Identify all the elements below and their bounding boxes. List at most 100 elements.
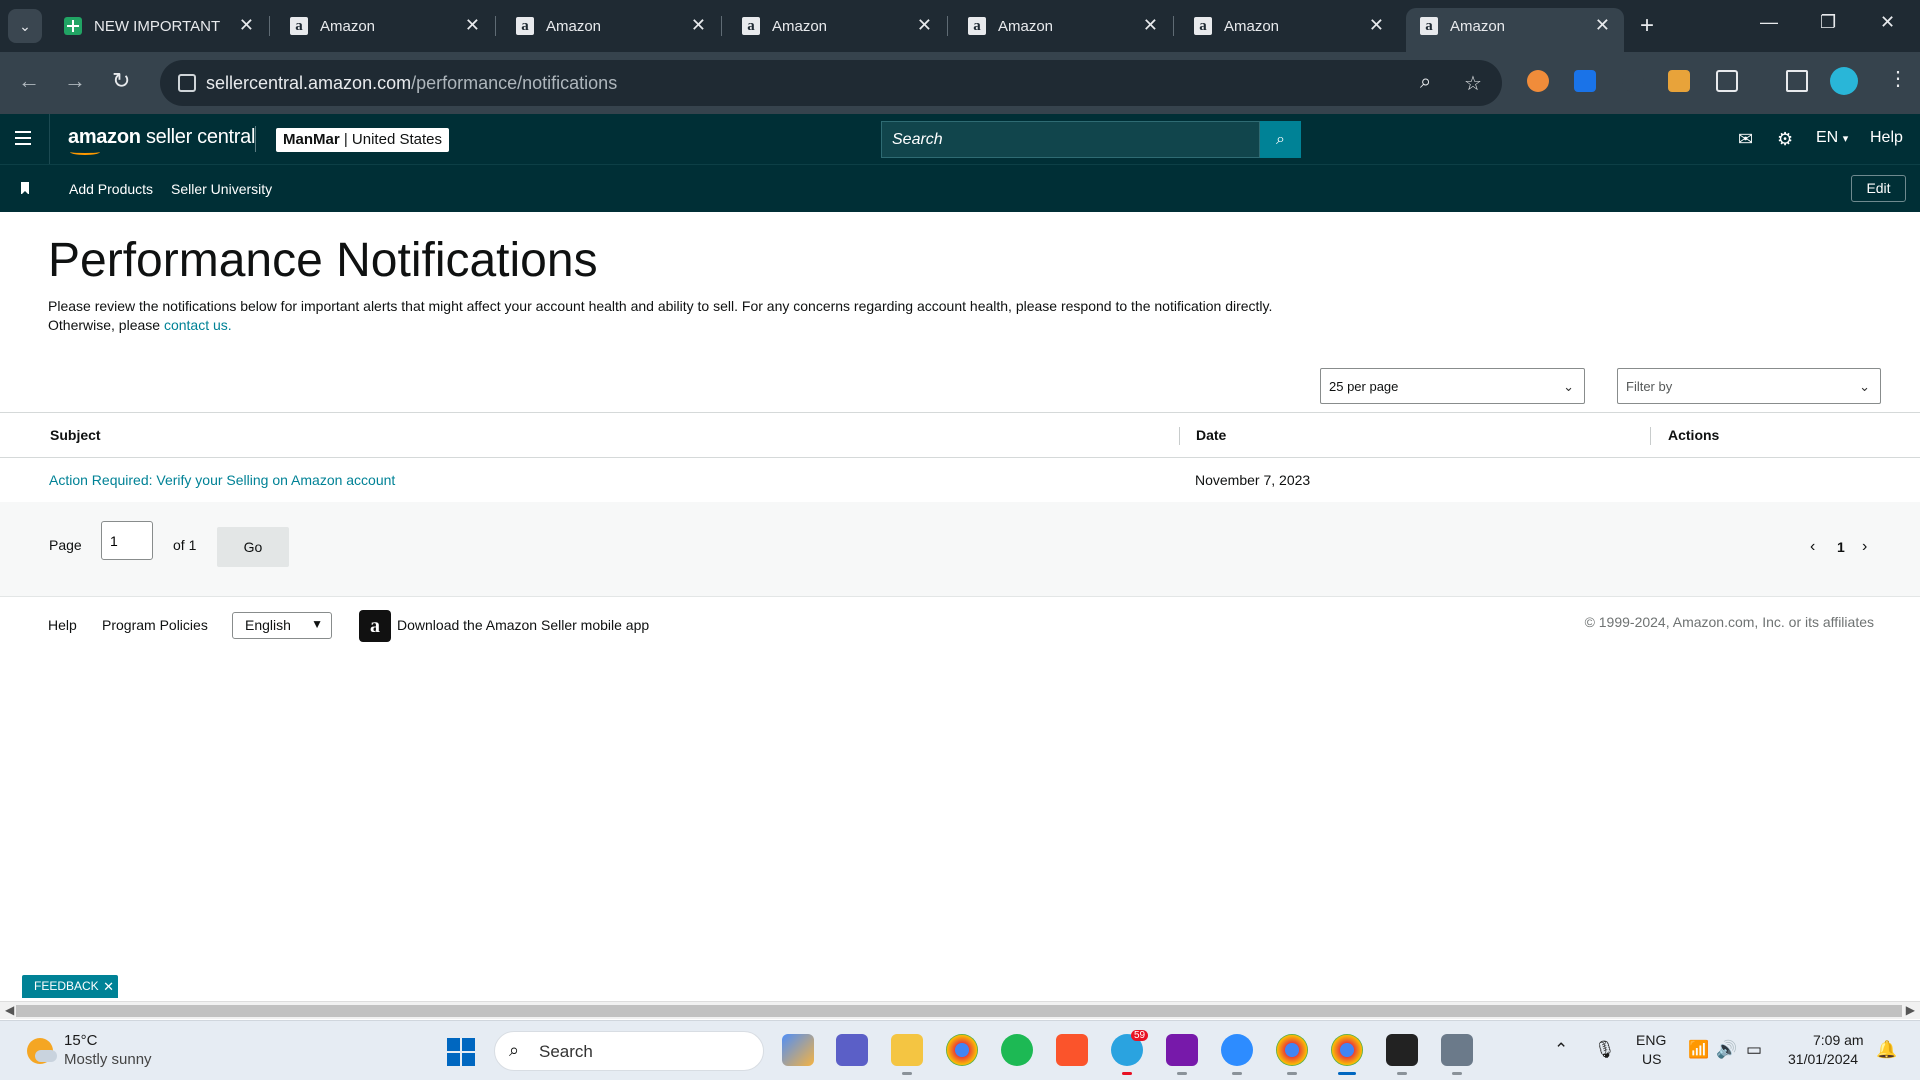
column-date[interactable]: Date bbox=[1196, 427, 1226, 443]
footer-program-policies-link[interactable]: Program Policies bbox=[102, 617, 208, 633]
telegram-icon[interactable]: 59 bbox=[1111, 1030, 1149, 1075]
mail-icon[interactable]: ✉ bbox=[1738, 129, 1753, 150]
tab-search-button[interactable]: ⌄ bbox=[8, 9, 42, 43]
scrollbar-thumb[interactable] bbox=[16, 1005, 1902, 1017]
scroll-left-icon[interactable]: ◀ bbox=[5, 1003, 14, 1017]
logo-product: seller central bbox=[145, 126, 256, 148]
browser-tab[interactable]: a Amazon ✕ bbox=[276, 8, 496, 44]
profile-avatar[interactable] bbox=[1830, 67, 1858, 95]
close-icon[interactable]: ✕ bbox=[1595, 15, 1610, 36]
sticky-notes-icon[interactable] bbox=[1386, 1034, 1418, 1075]
brave-icon[interactable] bbox=[1056, 1034, 1088, 1066]
go-button[interactable]: Go bbox=[217, 527, 289, 567]
feedback-button[interactable]: FEEDBACK ✕ bbox=[22, 975, 118, 998]
close-icon[interactable]: ✕ bbox=[465, 15, 480, 36]
teams-icon[interactable] bbox=[836, 1034, 868, 1066]
extension-icon[interactable] bbox=[1622, 70, 1644, 92]
close-icon[interactable]: ✕ bbox=[103, 975, 114, 998]
chrome-active-icon[interactable] bbox=[1331, 1034, 1363, 1075]
reload-icon[interactable]: ↻ bbox=[112, 68, 130, 94]
close-icon[interactable]: ✕ bbox=[239, 15, 254, 36]
notification-bell-icon[interactable]: 🔔 bbox=[1876, 1040, 1897, 1060]
extension-icon[interactable] bbox=[1668, 70, 1690, 92]
wifi-icon[interactable]: 📶 bbox=[1688, 1040, 1709, 1060]
close-icon[interactable]: ✕ bbox=[691, 15, 706, 36]
bookmark-star-icon[interactable]: ☆ bbox=[1464, 71, 1482, 96]
bookmark-add-products[interactable]: Add Products bbox=[69, 181, 153, 197]
new-tab-button[interactable]: + bbox=[1640, 12, 1654, 40]
chrome-profile-icon[interactable] bbox=[1276, 1034, 1308, 1075]
browser-tab[interactable]: a Amazon ✕ bbox=[502, 8, 722, 44]
bookmark-icon[interactable] bbox=[21, 182, 29, 195]
zoom-icon[interactable] bbox=[1221, 1034, 1253, 1075]
battery-icon[interactable]: ▭ bbox=[1746, 1040, 1762, 1060]
volume-icon[interactable]: 🔊 bbox=[1716, 1040, 1737, 1060]
side-panel-icon[interactable] bbox=[1786, 70, 1808, 92]
extension-icon[interactable] bbox=[1574, 70, 1596, 92]
microphone-icon[interactable]: 🎙 bbox=[1594, 1040, 1616, 1060]
file-explorer-icon[interactable] bbox=[891, 1034, 923, 1075]
column-subject[interactable]: Subject bbox=[50, 427, 101, 443]
account-switcher[interactable]: ManMar | United States bbox=[276, 128, 449, 152]
close-icon[interactable]: ✕ bbox=[917, 15, 932, 36]
zoom-icon[interactable]: ⌕ bbox=[1420, 71, 1431, 94]
windows-start-icon[interactable] bbox=[447, 1038, 475, 1066]
weather-temperature[interactable]: 15°C bbox=[64, 1032, 98, 1049]
url-text[interactable]: sellercentral.amazon.com/performance/not… bbox=[206, 73, 617, 94]
browser-tab[interactable]: NEW IMPORTANT SH ✕ bbox=[50, 8, 270, 44]
bookmark-seller-university[interactable]: Seller University bbox=[171, 181, 272, 197]
close-window-icon[interactable]: ✕ bbox=[1880, 12, 1895, 33]
input-language-top[interactable]: ENG bbox=[1636, 1032, 1666, 1048]
help-link[interactable]: Help bbox=[1870, 129, 1903, 147]
extensions-puzzle-icon[interactable] bbox=[1716, 70, 1738, 92]
seller-central-logo[interactable]: amazon seller central bbox=[68, 126, 255, 149]
weather-icon[interactable] bbox=[27, 1038, 57, 1064]
gear-icon[interactable]: ⚙ bbox=[1777, 129, 1793, 150]
calculator-icon[interactable] bbox=[1441, 1034, 1473, 1075]
spotify-icon[interactable] bbox=[1001, 1034, 1033, 1066]
site-info-icon[interactable] bbox=[178, 74, 196, 92]
contact-us-link[interactable]: contact us. bbox=[164, 317, 232, 333]
copilot-icon[interactable] bbox=[782, 1034, 814, 1066]
taskbar-search[interactable]: ⌕ Search bbox=[494, 1031, 764, 1071]
close-icon[interactable]: ✕ bbox=[1143, 15, 1158, 36]
onenote-icon[interactable] bbox=[1166, 1034, 1198, 1075]
filter-select[interactable]: Filter by ⌄ bbox=[1617, 368, 1881, 404]
per-page-select[interactable]: 25 per page ⌄ bbox=[1320, 368, 1585, 404]
horizontal-scrollbar[interactable]: ◀ ▶ bbox=[0, 1001, 1920, 1019]
browser-tab-active[interactable]: a Amazon ✕ bbox=[1406, 8, 1624, 52]
input-language-bottom[interactable]: US bbox=[1642, 1051, 1661, 1067]
browser-menu-icon[interactable]: ⋮ bbox=[1888, 66, 1910, 90]
chrome-icon[interactable] bbox=[946, 1034, 978, 1066]
footer-help-link[interactable]: Help bbox=[48, 617, 77, 633]
forward-icon[interactable]: → bbox=[64, 68, 86, 94]
browser-tab[interactable]: a Amazon ✕ bbox=[728, 8, 948, 44]
table-row: Action Required: Verify your Selling on … bbox=[0, 458, 1920, 503]
language-selector[interactable]: EN ▾ bbox=[1816, 129, 1848, 147]
weather-condition[interactable]: Mostly sunny bbox=[64, 1051, 152, 1068]
hamburger-menu-icon[interactable] bbox=[15, 131, 31, 145]
download-app-link[interactable]: Download the Amazon Seller mobile app bbox=[397, 617, 649, 633]
scroll-right-icon[interactable]: ▶ bbox=[1906, 1003, 1915, 1017]
address-bar[interactable]: sellercentral.amazon.com/performance/not… bbox=[160, 60, 1502, 106]
extension-icon[interactable] bbox=[1527, 70, 1549, 92]
search-input[interactable] bbox=[881, 121, 1260, 158]
chevron-left-icon[interactable]: ‹ bbox=[1810, 538, 1815, 556]
minimize-icon[interactable]: — bbox=[1760, 12, 1778, 33]
close-icon[interactable]: ✕ bbox=[1369, 15, 1384, 36]
notification-subject-link[interactable]: Action Required: Verify your Selling on … bbox=[49, 472, 395, 488]
current-page-number[interactable]: 1 bbox=[1837, 539, 1845, 555]
clock-time[interactable]: 7:09 am bbox=[1813, 1032, 1864, 1048]
clock-date[interactable]: 31/01/2024 bbox=[1788, 1051, 1858, 1067]
browser-tab[interactable]: a Amazon ✕ bbox=[954, 8, 1174, 44]
footer-language-select[interactable]: English ▼ bbox=[232, 612, 332, 639]
search-button[interactable]: ⌕ bbox=[1260, 121, 1301, 158]
edit-bookmarks-button[interactable]: Edit bbox=[1851, 175, 1906, 202]
chevron-up-icon[interactable]: ⌃ bbox=[1554, 1040, 1568, 1060]
back-icon[interactable]: ← bbox=[18, 68, 40, 94]
amazon-app-icon[interactable]: a bbox=[359, 610, 391, 642]
restore-icon[interactable]: ❐ bbox=[1820, 12, 1836, 33]
browser-tab[interactable]: a Amazon ✕ bbox=[1180, 8, 1398, 44]
chevron-right-icon[interactable]: › bbox=[1862, 538, 1867, 556]
page-number-input[interactable] bbox=[101, 521, 153, 560]
